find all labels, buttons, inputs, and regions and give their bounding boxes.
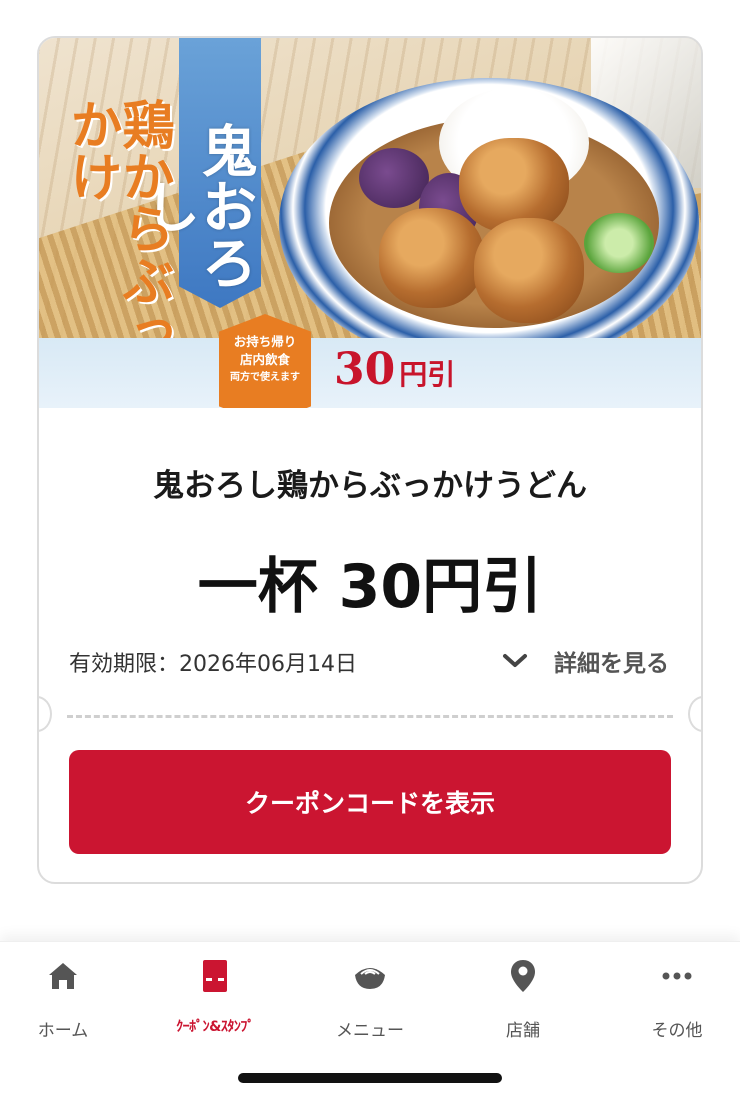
coupon-title: 鬼おろし鶏からぶっかけうどん [153,468,587,504]
hero-discount: 30 円引 [334,344,456,395]
tab-stores[interactable]: 店舗 [468,956,578,1041]
home-icon [8,956,118,996]
badge-line: 両方で使えます [230,372,300,383]
coupon-icon [160,956,270,996]
badge-line: 店内飲食 [239,352,290,367]
perforation-divider [67,715,673,718]
coupon-hero-image: 鬼おろし 鶏からぶっかけ お持ち帰り 店内飲食 両方で使えます 30 円引 [39,38,701,408]
badge-line: お持ち帰り [233,334,297,349]
view-details-toggle[interactable]: 詳細を見る [502,644,669,678]
tab-coupon-stamp[interactable]: ｸｰﾎﾟﾝ&ｽﾀﾝﾌﾟ [160,956,270,1036]
coupon-amount: 一杯 30円引 [197,552,543,622]
hero-side-text: 鶏からぶっかけ [61,98,174,358]
show-coupon-code-button[interactable]: クーポンコードを表示 [69,750,671,854]
tab-menu[interactable]: メニュー [315,956,425,1041]
view-details-label: 詳細を見る [554,651,669,677]
coupon-expiry: 有効期限：2026年06月14日 [69,652,357,677]
tab-more[interactable]: その他 [622,956,732,1041]
coupon-card: 鬼おろし 鶏からぶっかけ お持ち帰り 店内飲食 両方で使えます 30 円引 鬼お… [37,36,703,884]
chevron-down-icon [502,648,528,674]
bowl-icon [315,956,425,996]
location-pin-icon [468,956,578,996]
hero-banner-text: 鬼おろし [134,122,258,290]
tab-home[interactable]: ホーム [8,956,118,1041]
home-indicator [238,1073,502,1083]
more-icon [622,956,732,996]
